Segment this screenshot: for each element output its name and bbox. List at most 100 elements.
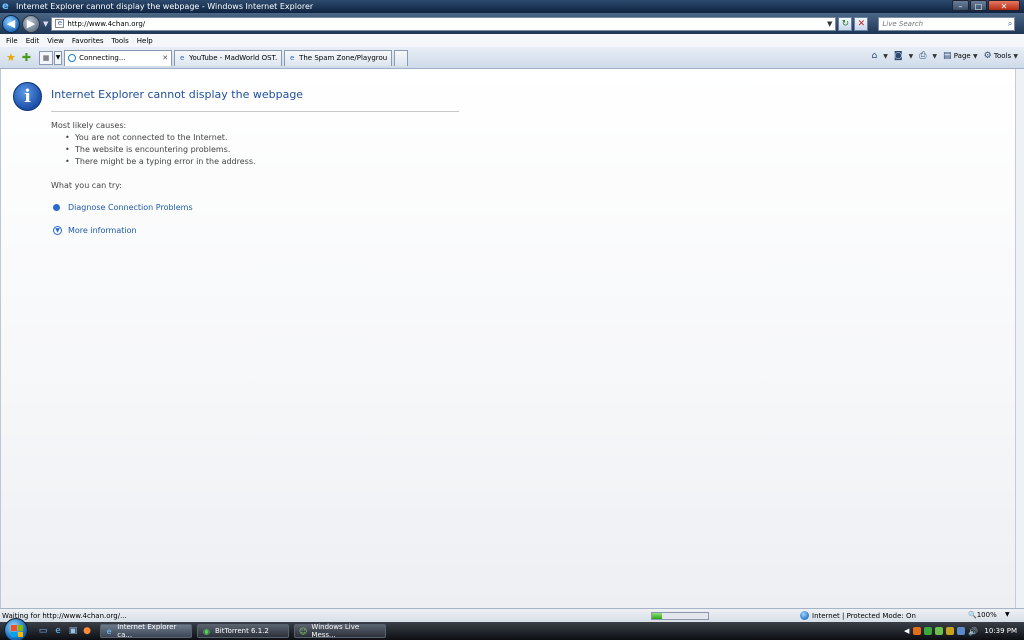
add-favorites-icon[interactable]: ✚ xyxy=(22,51,31,64)
window-controls: – □ ✕ xyxy=(952,0,1020,11)
refresh-button[interactable]: ↻ xyxy=(838,16,853,31)
zoom-level[interactable]: 🔍100% xyxy=(968,611,997,619)
list-item: The website is encountering problems. xyxy=(65,145,256,157)
tab-youtube[interactable]: e YouTube - MadWorld OST... xyxy=(174,49,283,66)
tray-app-icon[interactable] xyxy=(913,627,922,635)
bullet-icon xyxy=(53,204,60,211)
feeds-dropdown-icon[interactable]: ▼ xyxy=(909,53,914,60)
quick-tabs-button[interactable]: ▦ xyxy=(39,50,54,65)
gear-icon: ⚙ xyxy=(983,51,992,61)
page-content: i Internet Explorer cannot display the w… xyxy=(0,69,1015,608)
menu-help[interactable]: Help xyxy=(137,37,153,45)
taskbar-button-messenger[interactable]: ☺ Windows Live Mess... xyxy=(294,623,386,639)
menu-file[interactable]: File xyxy=(6,37,18,45)
bittorrent-icon: ◉ xyxy=(203,626,210,636)
tab-label: Connecting... xyxy=(79,54,126,62)
print-icon[interactable]: ⎙ xyxy=(919,51,926,61)
stop-button[interactable]: ✕ xyxy=(854,16,869,31)
forward-button[interactable]: ▶ xyxy=(22,14,40,33)
menu-favorites[interactable]: Favorites xyxy=(72,37,104,45)
home-icon[interactable]: ⌂ xyxy=(871,51,877,61)
try-heading: What you can try: xyxy=(51,181,122,190)
network-icon[interactable] xyxy=(957,627,966,635)
messenger-icon: ☺ xyxy=(299,626,308,636)
tools-menu-label: Tools xyxy=(993,52,1012,60)
close-tab-icon[interactable]: ✕ xyxy=(162,54,168,62)
taskbar-label: Internet Explorer ca... xyxy=(117,623,177,639)
taskbar: ▭ e ▣ ● e Internet Explorer ca... ◉ BitT… xyxy=(0,618,1024,640)
taskbar-button-ie[interactable]: e Internet Explorer ca... xyxy=(100,623,192,639)
window-titlebar[interactable]: e Internet Explorer cannot display the w… xyxy=(0,0,1024,13)
causes-list: You are not connected to the Internet. T… xyxy=(65,133,256,169)
ie-page-icon: e xyxy=(289,54,295,62)
divider xyxy=(51,111,459,112)
page-dropdown-icon: ▼ xyxy=(972,53,978,60)
search-icon[interactable]: ⌕ xyxy=(1008,19,1012,29)
vertical-scrollbar[interactable] xyxy=(1015,69,1024,608)
messenger-tray-icon[interactable] xyxy=(935,627,944,635)
tools-dropdown-icon: ▼ xyxy=(1013,53,1018,60)
start-button[interactable] xyxy=(4,618,28,640)
tray-expand-icon[interactable]: ◀ xyxy=(904,627,909,635)
feeds-icon[interactable]: ◙ xyxy=(894,51,903,61)
page-icon: ▤ xyxy=(943,51,952,61)
tools-menu-button[interactable]: ⚙ Tools ▼ xyxy=(984,51,1018,61)
address-dropdown-icon[interactable]: ▼ xyxy=(827,20,832,28)
ie-quicklaunch-icon[interactable]: e xyxy=(53,626,63,636)
switch-windows-icon[interactable]: ▣ xyxy=(68,626,78,636)
taskbar-button-bittorrent[interactable]: ◉ BitTorrent 6.1.2 xyxy=(197,624,289,638)
tray-app-icon[interactable] xyxy=(924,627,933,635)
chevron-down-icon: ▼ xyxy=(53,226,62,235)
error-title: Internet Explorer cannot display the web… xyxy=(51,88,304,101)
tab-connecting[interactable]: Connecting... ✕ xyxy=(64,49,173,66)
clock[interactable]: 10:39 PM xyxy=(984,627,1017,635)
zoom-dropdown-icon[interactable]: ▼ xyxy=(1005,611,1010,618)
info-icon: i xyxy=(13,82,42,111)
menu-edit[interactable]: Edit xyxy=(26,37,40,45)
tab-spam-zone[interactable]: e The Spam Zone/Playgrou... xyxy=(284,49,393,66)
progress-bar xyxy=(651,612,709,620)
maximize-button[interactable]: □ xyxy=(970,0,987,11)
print-dropdown-icon[interactable]: ▼ xyxy=(932,53,937,60)
volume-icon[interactable]: 🔊 xyxy=(968,627,978,636)
tab-label: YouTube - MadWorld OST... xyxy=(189,54,279,62)
back-button[interactable]: ◀ xyxy=(2,14,20,33)
status-bar: Waiting for http://www.4chan.org/... Int… xyxy=(0,608,1024,622)
zoom-label: 100% xyxy=(976,611,997,619)
windows-flag-icon xyxy=(11,625,23,637)
taskbar-label: Windows Live Mess... xyxy=(311,623,360,639)
more-information-link[interactable]: ▼ More information xyxy=(53,226,137,235)
menu-view[interactable]: View xyxy=(47,37,64,45)
menu-bar: File Edit View Favorites Tools Help xyxy=(0,34,1024,47)
globe-icon xyxy=(800,611,809,620)
tray-app-icon[interactable] xyxy=(946,627,955,635)
favorites-center-icon[interactable]: ★ xyxy=(6,51,16,64)
address-bar[interactable]: e ▼ xyxy=(51,16,837,31)
firefox-icon[interactable]: ● xyxy=(82,626,92,636)
tab-list-dropdown[interactable]: ▼ xyxy=(54,50,63,65)
diagnose-link-label: Diagnose Connection Problems xyxy=(68,203,193,212)
search-box[interactable]: ⌕ xyxy=(878,16,1016,31)
close-button[interactable]: ✕ xyxy=(988,0,1020,11)
ie-icon: e xyxy=(106,626,112,636)
progress-fill xyxy=(652,613,663,619)
ie-logo-icon: e xyxy=(2,0,9,12)
search-input[interactable] xyxy=(882,19,1008,28)
list-item: You are not connected to the Internet. xyxy=(65,133,256,145)
new-tab-button[interactable] xyxy=(394,49,409,66)
show-desktop-icon[interactable]: ▭ xyxy=(38,626,48,636)
minimize-button[interactable]: – xyxy=(952,0,969,11)
page-icon: e xyxy=(55,19,65,28)
command-bar: ⌂ ▼ ◙ ▼ ⎙ ▼ ▤ Page ▼ ⚙ Tools ▼ xyxy=(871,51,1018,61)
page-menu-button[interactable]: ▤ Page ▼ xyxy=(943,51,978,61)
ie-page-icon: e xyxy=(179,54,185,62)
tab-bar: ★ ✚ ▦ ▼ Connecting... ✕ e YouTube - MadW… xyxy=(0,47,1024,69)
menu-tools[interactable]: Tools xyxy=(112,37,129,45)
diagnose-link[interactable]: Diagnose Connection Problems xyxy=(53,203,193,212)
security-zone[interactable]: Internet | Protected Mode: On xyxy=(800,611,916,620)
home-dropdown-icon[interactable]: ▼ xyxy=(883,53,888,60)
recent-pages-dropdown[interactable]: ▼ xyxy=(43,20,48,28)
page-menu-label: Page xyxy=(953,52,971,60)
address-input[interactable] xyxy=(67,19,827,28)
loading-icon xyxy=(68,54,77,62)
